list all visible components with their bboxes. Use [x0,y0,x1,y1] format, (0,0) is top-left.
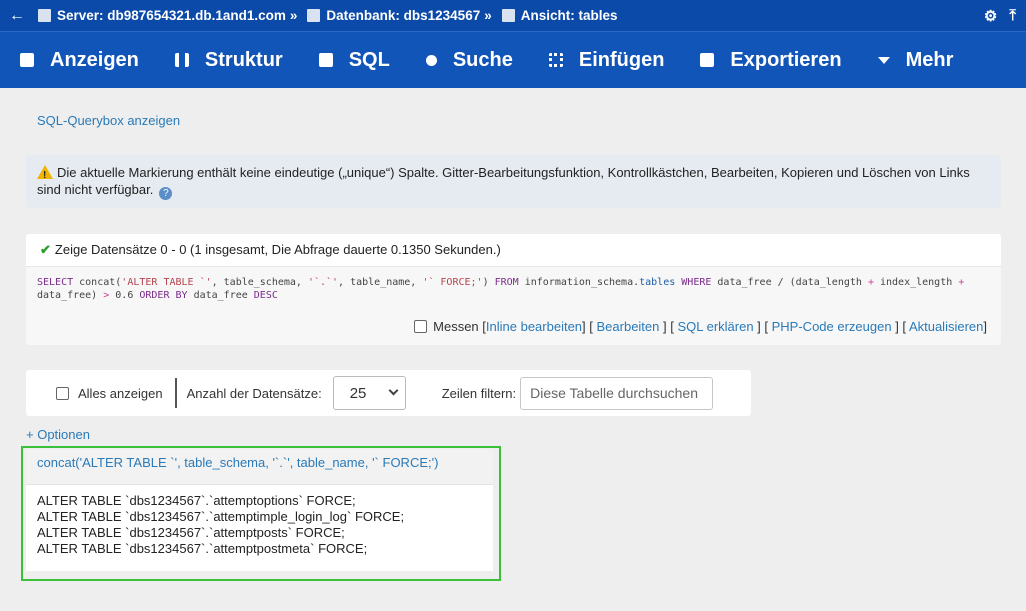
show-querybox-link[interactable]: SQL-Querybox anzeigen [37,113,180,128]
column-header[interactable]: concat('ALTER TABLE `', table_schema, '`… [26,449,493,485]
caret-down-icon [877,56,890,64]
breadcrumb-server-label[interactable]: Server: db987654321.db.1and1.com [57,8,286,23]
tab-label: Einfügen [578,48,665,71]
filter-rows-label: Zeilen filtern: [441,385,517,401]
measure-checkbox[interactable] [414,320,428,333]
chevron-down-icon [388,385,399,396]
tab-label: SQL [348,48,390,71]
tab-mehr[interactable]: Mehr [877,48,954,72]
row-count-label: Anzahl der Datensätze: [186,385,322,401]
refresh-link[interactable]: Aktualisieren [909,319,983,334]
breadcrumb: ← Server: db987654321.db.1and1.com » Dat… [0,0,1026,31]
warning-text: Die aktuelle Markierung enthält keine ei… [37,165,970,197]
breadcrumb-separator: » [289,8,298,23]
help-icon[interactable]: ? [159,187,173,200]
php-code-link[interactable]: PHP-Code erzeugen [772,319,892,334]
row-count-value: 25 [349,384,367,402]
breadcrumb-view[interactable]: Ansicht: tables [492,8,618,23]
server-icon [38,9,51,22]
sql-query-display: SELECT concat('ALTER TABLE `', table_sch… [26,266,1001,312]
table-row: ALTER TABLE `dbs1234567`.`attemptposts` … [37,525,345,540]
show-all-checkbox[interactable] [56,386,69,400]
tab-label: Anzeigen [50,48,139,71]
warning-icon [37,165,53,184]
inline-edit-link[interactable]: Inline bearbeiten [486,319,582,334]
warning-notice: Die aktuelle Markierung enthält keine ei… [26,155,1001,208]
navigation-filter-bar: Alles anzeigen Anzahl der Datensätze: 25… [26,370,751,416]
gear-icon[interactable]: ⚙ [984,7,997,25]
topbar-actions: ⚙ ⤒ [984,0,1016,31]
table-row: ALTER TABLE `dbs1234567`.`attemptpostmet… [37,541,368,556]
search-icon [425,54,437,66]
view-icon [501,9,515,22]
query-actions: Messen [Inline bearbeiten] [ Bearbeiten … [26,312,1001,345]
table-row: ALTER TABLE `dbs1234567`.`attemptoptions… [37,493,356,508]
breadcrumb-view-label[interactable]: Ansicht: tables [521,8,618,23]
tab-label: Mehr [905,48,954,71]
arrow-left-icon[interactable]: ← [6,7,28,25]
tab-exportieren[interactable]: Exportieren [700,48,842,72]
insert-icon [548,53,563,67]
tab-sql[interactable]: SQL [318,48,390,72]
row-count-select[interactable]: 25 [332,376,406,410]
measure-label: Messen [433,319,479,334]
show-all-label: Alles anzeigen [78,385,163,401]
query-result-panel: ✔ Zeige Datensätze 0 - 0 (1 insgesamt, Di… [26,234,1001,345]
tab-suche[interactable]: Suche [425,48,513,72]
tab-label: Suche [452,48,513,71]
breadcrumb-separator: » [484,8,492,23]
edit-link[interactable]: Bearbeiten [597,319,660,334]
table-search-input[interactable] [520,376,714,410]
export-icon [700,53,715,67]
check-icon: ✔ [40,242,51,257]
tab-struktur[interactable]: Struktur [174,48,283,72]
result-table: concat('ALTER TABLE `', table_schema, '`… [26,449,493,571]
tab-label: Struktur [204,48,283,71]
database-icon [307,9,321,22]
success-text: Zeige Datensätze 0 - 0 (1 insgesamt, Die… [54,242,501,257]
breadcrumb-database[interactable]: Datenbank: dbs1234567 » [297,8,492,23]
breadcrumb-database-label[interactable]: Datenbank: dbs1234567 [326,8,480,23]
table-row: ALTER TABLE `dbs1234567`.`attemptimple_l… [37,509,405,524]
sql-icon [318,53,333,67]
table-icon [20,53,34,67]
options-link[interactable]: + Optionen [26,427,90,442]
structure-icon [174,53,189,67]
table-body: ALTER TABLE `dbs1234567`.`attemptoptions… [26,485,493,565]
tab-anzeigen[interactable]: Anzeigen [20,49,139,72]
success-message: ✔ Zeige Datensätze 0 - 0 (1 insgesamt, Di… [26,234,1001,266]
divider [174,378,177,408]
explain-sql-link[interactable]: SQL erklären [677,319,753,334]
collapse-icon[interactable]: ⤒ [1009,7,1016,24]
tab-label: Exportieren [730,48,842,71]
tab-einfuegen[interactable]: Einfügen [548,48,665,72]
main-tabs: Anzeigen Struktur SQL Suche Einfügen Exp… [0,31,1026,88]
breadcrumb-server[interactable]: Server: db987654321.db.1and1.com » [28,8,297,23]
